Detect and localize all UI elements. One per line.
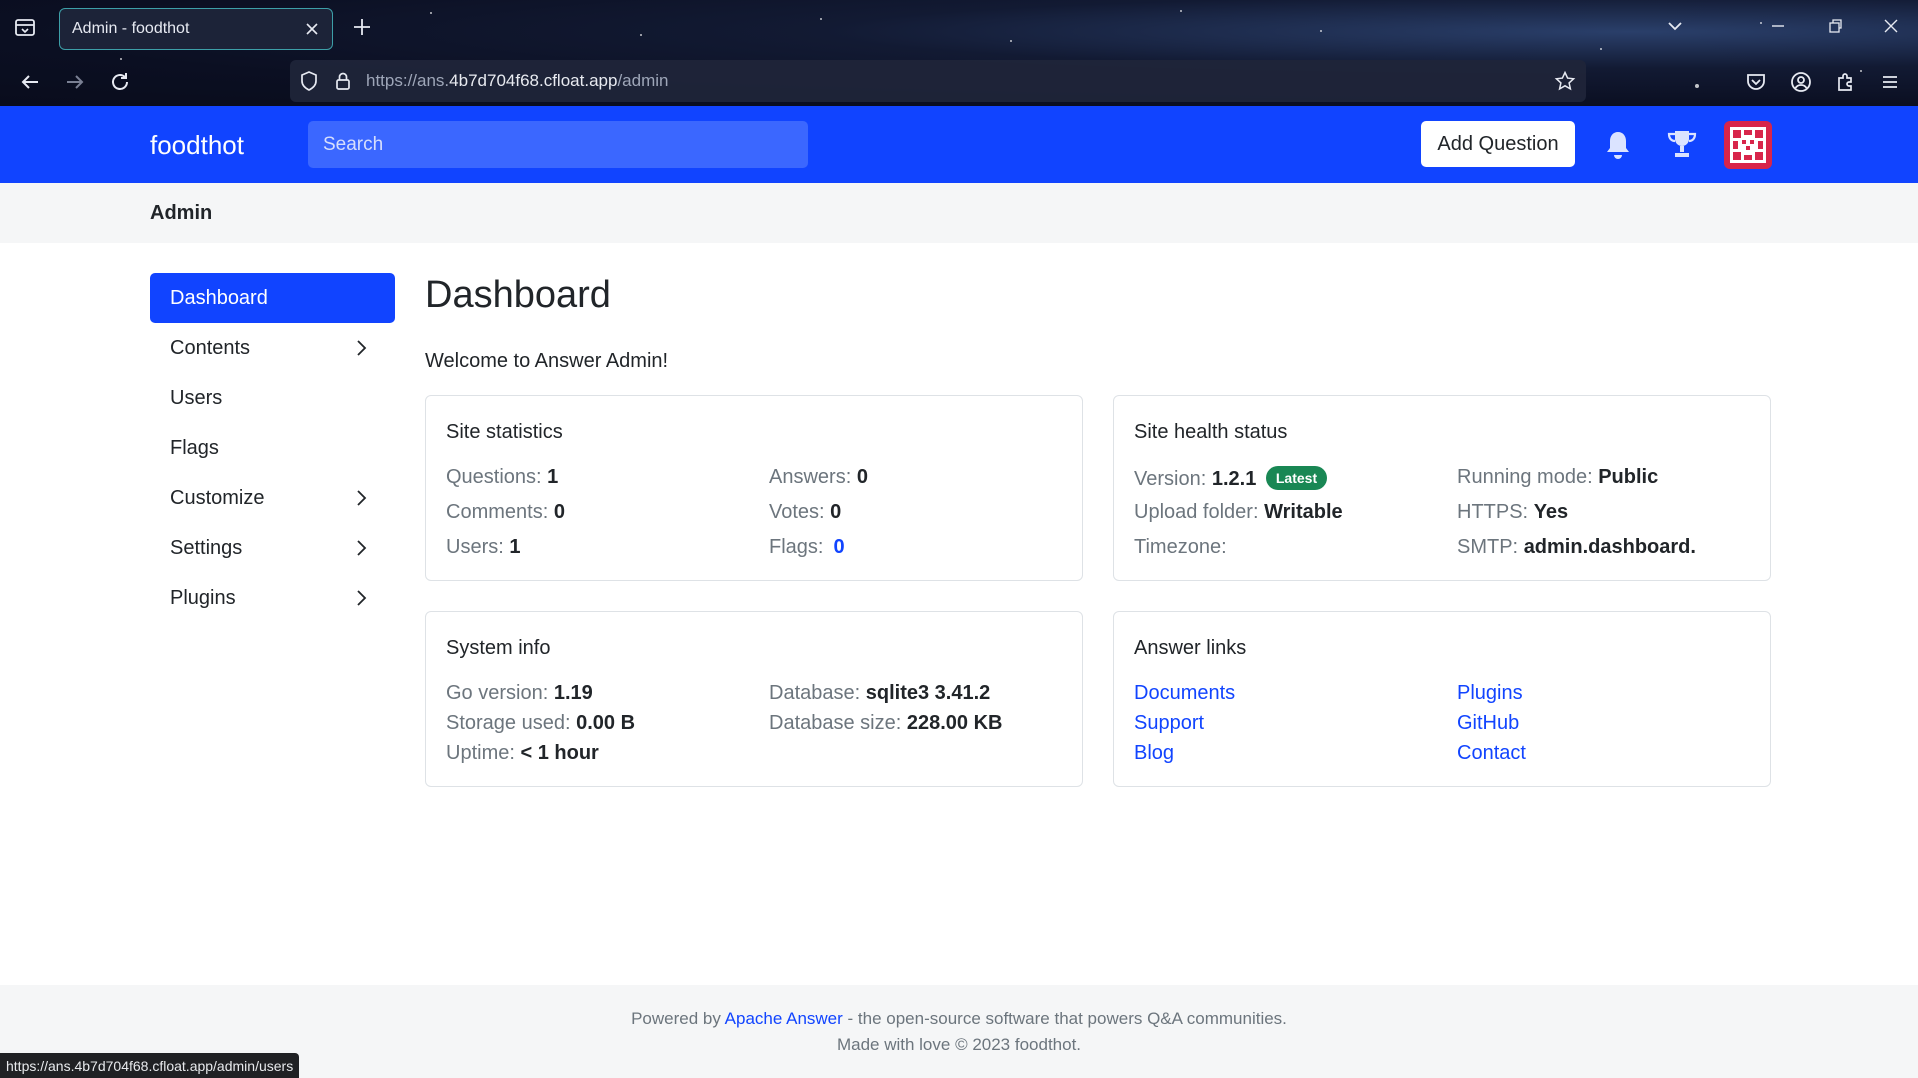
chevron-right-icon	[357, 540, 367, 556]
lock-icon[interactable]	[332, 70, 354, 92]
health-running-mode: Running mode: Public	[1457, 466, 1659, 488]
restore-icon[interactable]	[1825, 16, 1845, 36]
menu-icon[interactable]	[1878, 70, 1902, 94]
chevron-down-icon[interactable]	[1665, 16, 1685, 36]
welcome-text: Welcome to Answer Admin!	[425, 350, 669, 372]
add-question-button[interactable]: Add Question	[1421, 121, 1575, 167]
github-link[interactable]: GitHub	[1457, 712, 1519, 735]
admin-sidebar: Dashboard Contents Users Flags Customize…	[150, 273, 395, 623]
sidebar-item-dashboard[interactable]: Dashboard	[150, 273, 395, 323]
health-version: Version: 1.2.1 Latest	[1134, 466, 1328, 491]
site-statistics-card: Site statistics Questions: 1 Answers: 0 …	[425, 395, 1083, 581]
sidebar-item-label: Plugins	[170, 586, 236, 609]
site-health-card: Site health status Version: 1.2.1 Latest…	[1113, 395, 1771, 581]
footer-copyright: Made with love © 2023 foodthot.	[836, 1035, 1082, 1054]
sidebar-item-plugins[interactable]: Plugins	[150, 573, 395, 623]
card-title: Site statistics	[446, 421, 563, 443]
plugins-link[interactable]: Plugins	[1457, 682, 1523, 705]
stat-votes: Votes: 0	[769, 501, 842, 523]
search-input[interactable]	[308, 121, 808, 168]
tab-title: Admin - foodthot	[72, 20, 190, 37]
window-close-icon[interactable]	[1881, 16, 1901, 36]
health-timezone: Timezone:	[1134, 536, 1227, 558]
sidebar-item-contents[interactable]: Contents	[150, 323, 395, 373]
plus-icon[interactable]	[352, 17, 372, 37]
page-title: Dashboard	[425, 274, 611, 316]
sidebar-item-users[interactable]: Users	[150, 373, 395, 423]
admin-subheader: Admin	[0, 183, 1918, 243]
app-header: foodthot Add Question	[0, 106, 1918, 183]
contact-link[interactable]: Contact	[1457, 742, 1526, 765]
health-upload-folder: Upload folder: Writable	[1134, 501, 1343, 523]
stat-comments: Comments: 0	[446, 501, 565, 523]
sidebar-item-label: Customize	[170, 486, 265, 509]
trophy-icon[interactable]	[1666, 128, 1698, 162]
back-arrow-icon[interactable]	[18, 70, 42, 94]
flags-count-link[interactable]: 0	[833, 536, 844, 558]
bell-icon[interactable]	[1602, 128, 1634, 162]
avatar[interactable]	[1724, 121, 1772, 169]
address-bar[interactable]: https://ans.4b7d704f68.cfloat.app/admin	[290, 60, 1586, 102]
health-smtp: SMTP: admin.dashboard.	[1457, 536, 1696, 558]
avatar-pattern-icon	[1724, 121, 1772, 169]
info-uptime: Uptime: < 1 hour	[446, 742, 599, 764]
support-link[interactable]: Support	[1134, 712, 1204, 735]
pocket-icon[interactable]	[1744, 70, 1768, 94]
stat-users: Users: 1	[446, 536, 521, 558]
chevron-right-icon	[357, 340, 367, 356]
chevron-right-icon	[357, 490, 367, 506]
sidebar-item-label: Dashboard	[170, 286, 268, 309]
sidebar-item-settings[interactable]: Settings	[150, 523, 395, 573]
health-https: HTTPS: Yes	[1457, 501, 1569, 523]
sidebar-item-customize[interactable]: Customize	[150, 473, 395, 523]
footer-powered-by: Powered by Apache Answer - the open-sour…	[631, 1009, 1287, 1028]
close-icon[interactable]	[304, 21, 320, 37]
blog-link[interactable]: Blog	[1134, 742, 1174, 765]
shield-icon[interactable]	[298, 70, 320, 92]
card-title: Answer links	[1134, 637, 1247, 659]
browser-chrome: Admin - foodthot https://ans.4b7d704f68.…	[0, 0, 1918, 106]
apache-answer-link[interactable]: Apache Answer	[725, 1009, 843, 1028]
latest-badge: Latest	[1265, 466, 1328, 490]
link-status-bar: https://ans.4b7d704f68.cfloat.app/admin/…	[0, 1053, 300, 1078]
star-icon[interactable]	[1554, 70, 1576, 92]
sidebar-item-label: Flags	[170, 436, 219, 459]
info-go-version: Go version: 1.19	[446, 682, 593, 704]
brand-logo[interactable]: foodthot	[150, 130, 244, 161]
tab-bar: Admin - foodthot	[0, 0, 1918, 53]
chevron-right-icon	[357, 590, 367, 606]
stat-answers: Answers: 0	[769, 466, 868, 488]
reload-icon[interactable]	[108, 70, 132, 94]
tab-list-icon[interactable]	[14, 16, 36, 38]
browser-tab-active[interactable]: Admin - foodthot	[59, 8, 333, 50]
info-database: Database: sqlite3 3.41.2	[769, 682, 991, 704]
sidebar-item-label: Users	[170, 386, 223, 409]
stat-flags: Flags: 0	[769, 536, 845, 558]
account-icon[interactable]	[1789, 70, 1813, 94]
extensions-icon[interactable]	[1834, 70, 1858, 94]
forward-arrow-icon[interactable]	[63, 70, 87, 94]
system-info-card: System info Go version: 1.19 Database: s…	[425, 611, 1083, 787]
minimize-icon[interactable]	[1768, 16, 1788, 36]
sidebar-item-label: Contents	[170, 336, 251, 359]
stat-questions: Questions: 1	[446, 466, 559, 488]
documents-link[interactable]: Documents	[1134, 682, 1235, 705]
info-db-size: Database size: 228.00 KB	[769, 712, 1003, 734]
answer-links-card: Answer links Documents Plugins Support G…	[1113, 611, 1771, 787]
card-title: Site health status	[1134, 421, 1288, 443]
info-storage: Storage used: 0.00 B	[446, 712, 636, 734]
card-title: System info	[446, 637, 551, 659]
sidebar-item-label: Settings	[170, 536, 243, 559]
browser-navbar: https://ans.4b7d704f68.cfloat.app/admin	[0, 60, 1918, 104]
section-title: Admin	[150, 202, 213, 224]
url-text: https://ans.4b7d704f68.cfloat.app/admin	[366, 71, 669, 90]
sidebar-item-flags[interactable]: Flags	[150, 423, 395, 473]
